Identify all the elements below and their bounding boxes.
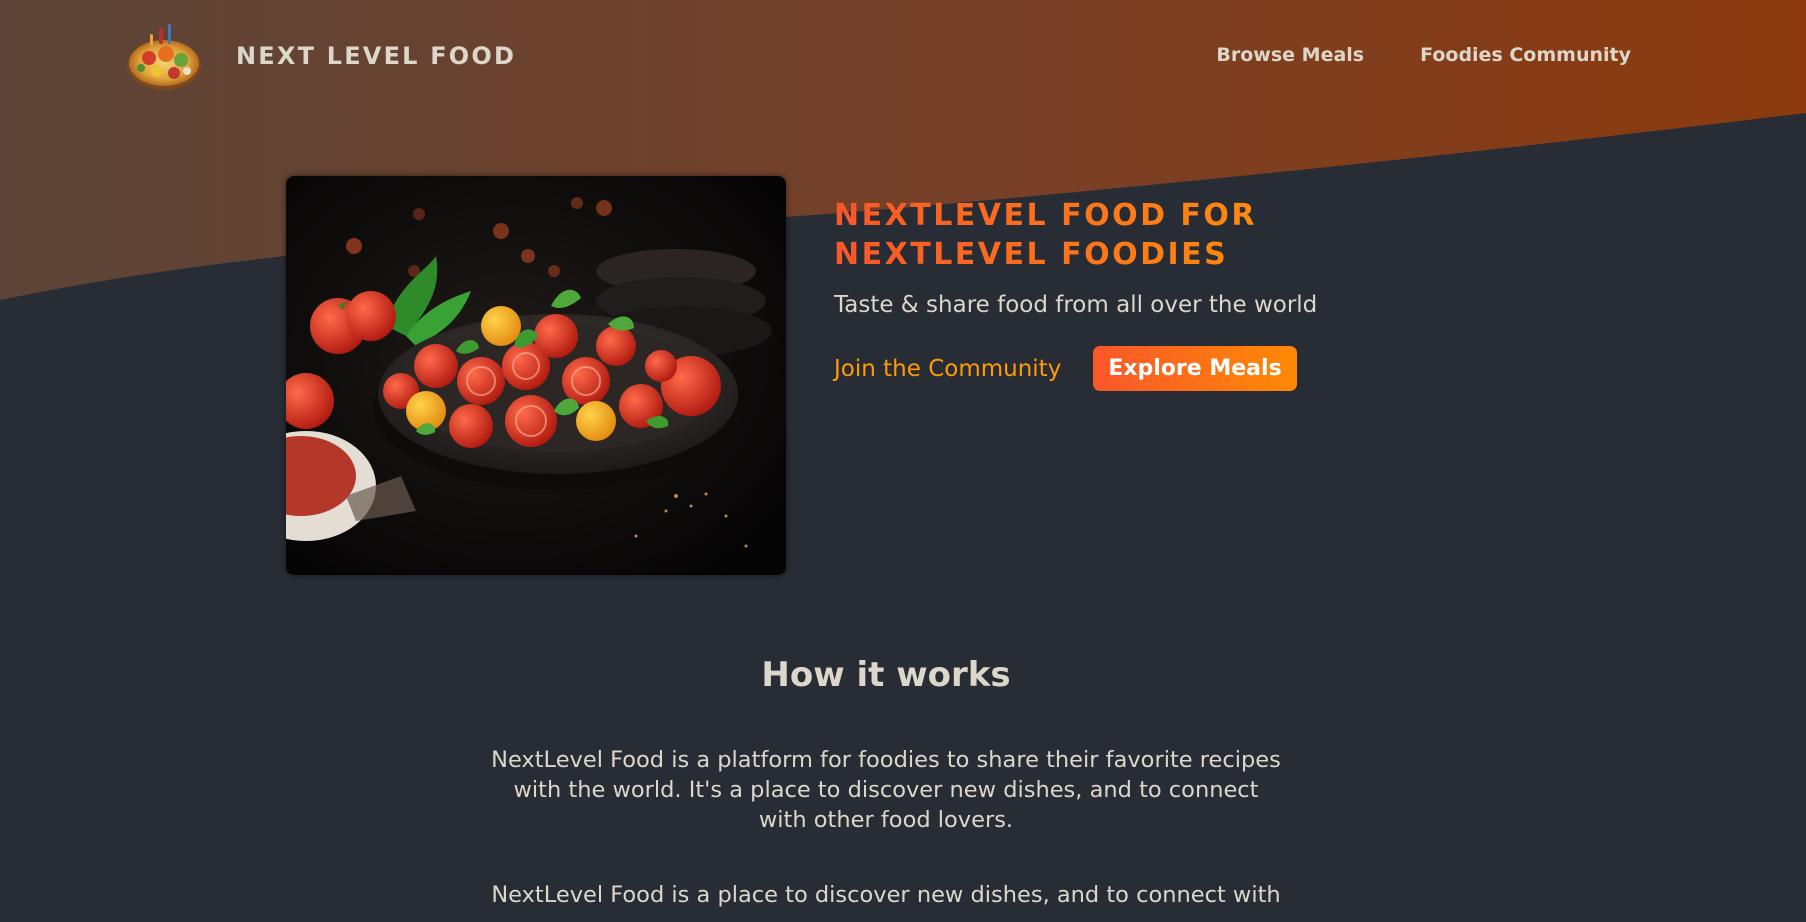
how-it-works-heading: How it works <box>761 655 1011 695</box>
hero-title-line-1: NEXTLEVEL FOOD FOR <box>834 198 1258 233</box>
hero-title: NEXTLEVEL FOOD FOR NEXTLEVEL FOODIES <box>834 196 1394 274</box>
explore-meals-button[interactable]: Explore Meals <box>1093 346 1297 391</box>
hero-image-slideshow <box>286 176 786 575</box>
nav-browse-meals[interactable]: Browse Meals <box>1216 44 1364 66</box>
hero-title-line-2: NEXTLEVEL FOODIES <box>834 237 1229 272</box>
page: NEXT LEVEL FOOD Browse Meals Foodies Com… <box>0 0 1806 922</box>
join-community-link[interactable]: Join the Community <box>834 356 1061 382</box>
hero-cta-row: Join the Community Explore Meals <box>834 346 1394 391</box>
main-header: NEXT LEVEL FOOD Browse Meals Foodies Com… <box>0 0 1806 115</box>
logo-home-link[interactable]: NEXT LEVEL FOOD <box>124 18 516 93</box>
hero-subtitle: Taste & share food from all over the wor… <box>834 292 1318 318</box>
how-it-works-paragraph-1: NextLevel Food is a platform for foodies… <box>491 747 1281 833</box>
tomato-salad-image <box>286 176 786 575</box>
nav-foodies-community[interactable]: Foodies Community <box>1420 44 1631 66</box>
hero-section: NEXTLEVEL FOOD FOR NEXTLEVEL FOODIES Tas… <box>286 176 1317 575</box>
hero-text-block: NEXTLEVEL FOOD FOR NEXTLEVEL FOODIES Tas… <box>834 196 1394 391</box>
how-it-works-section: How it works NextLevel Food is a platfor… <box>0 655 1772 910</box>
brand-name: NEXT LEVEL FOOD <box>236 41 517 70</box>
main-nav: Browse Meals Foodies Community <box>1216 44 1631 66</box>
how-it-works-paragraph-2: NextLevel Food is a place to discover ne… <box>491 882 1281 908</box>
food-plate-logo-icon <box>127 24 201 90</box>
